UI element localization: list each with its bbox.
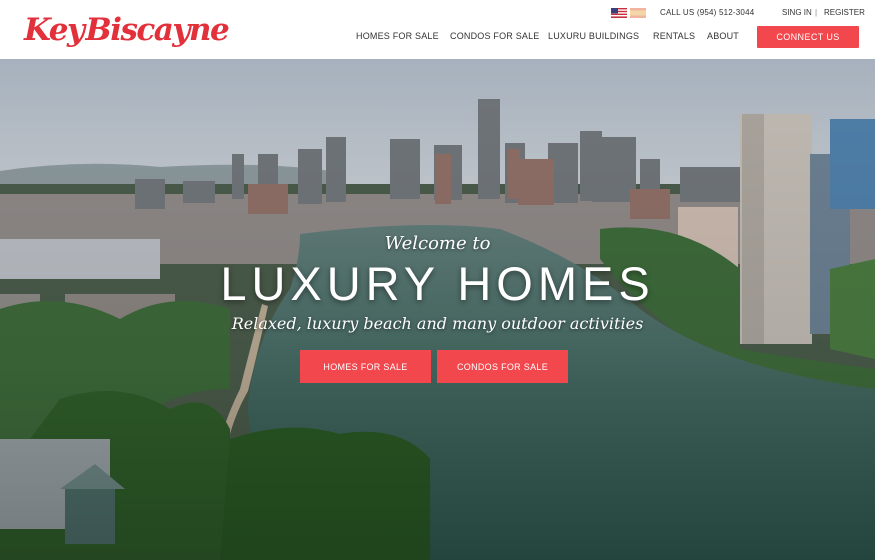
- hero-welcome-text: Welcome to: [384, 233, 491, 254]
- hero-banner: Welcome to LUXURY HOMES Relaxed, luxury …: [0, 59, 875, 560]
- hero-tagline: Relaxed, luxury beach and many outdoor a…: [231, 314, 644, 333]
- spain-flag-icon[interactable]: [630, 8, 646, 18]
- nav-rentals[interactable]: RENTALS: [653, 31, 695, 41]
- nav-homes-for-sale[interactable]: HOMES FOR SALE: [356, 31, 439, 41]
- main-nav: HOMES FOR SALE CONDOS FOR SALE LUXURU BU…: [0, 31, 875, 45]
- call-us-phone[interactable]: CALL US (954) 512-3044: [660, 8, 754, 17]
- us-flag-icon[interactable]: [611, 8, 627, 18]
- connect-us-button[interactable]: CONNECT US: [757, 26, 859, 48]
- top-bar: CALL US (954) 512-3044 SING IN | REGISTE…: [0, 7, 875, 19]
- site-header: Key Biscayne CALL US (954) 512-3044 SING…: [0, 0, 875, 59]
- topbar-separator: |: [815, 8, 818, 17]
- hero-condos-for-sale-button[interactable]: CONDOS FOR SALE: [437, 350, 568, 383]
- sign-in-link[interactable]: SING IN: [782, 8, 812, 17]
- nav-about[interactable]: ABOUT: [707, 31, 739, 41]
- hero-headline: LUXURY HOMES: [220, 257, 655, 310]
- hero-homes-for-sale-button[interactable]: HOMES FOR SALE: [300, 350, 431, 383]
- nav-luxury-buildings[interactable]: LUXURU BUILDINGS: [548, 31, 639, 41]
- nav-condos-for-sale[interactable]: CONDOS FOR SALE: [450, 31, 540, 41]
- register-link[interactable]: REGISTER: [824, 8, 865, 17]
